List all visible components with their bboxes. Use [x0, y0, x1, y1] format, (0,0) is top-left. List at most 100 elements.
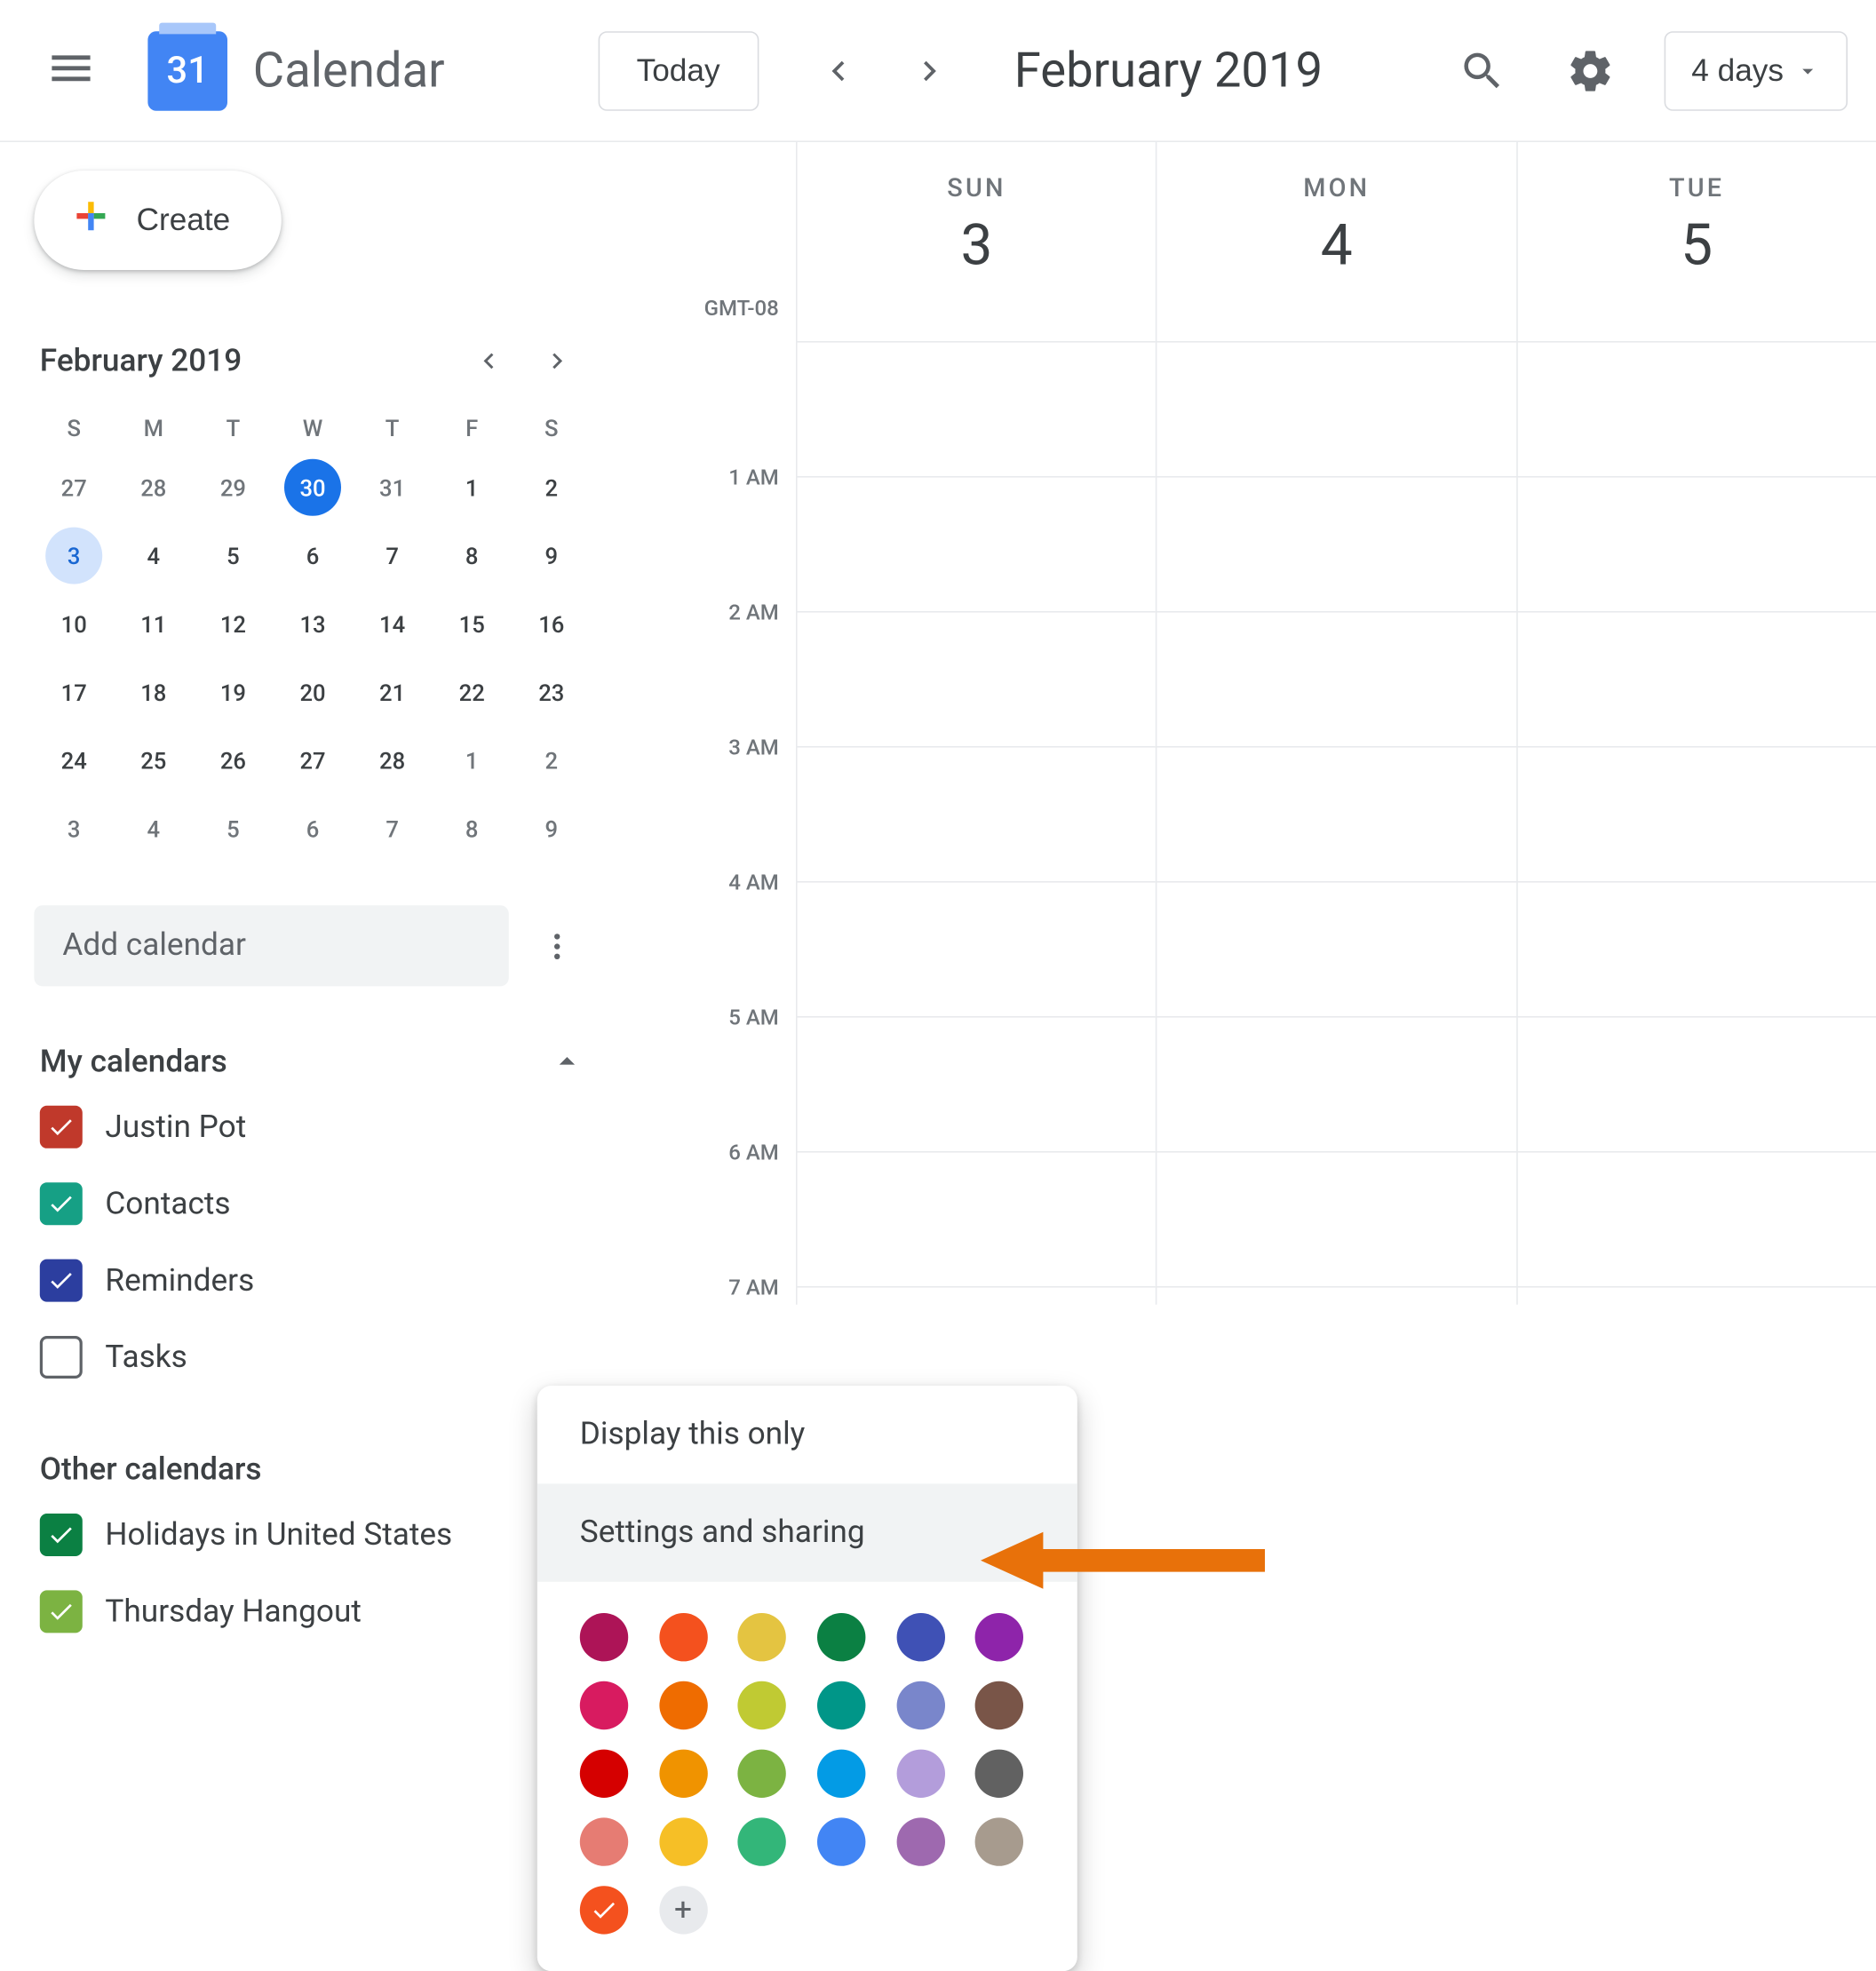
color-swatch[interactable] [659, 1750, 707, 1798]
mini-day[interactable]: 23 [523, 664, 580, 720]
mini-day[interactable]: 19 [204, 664, 261, 720]
mini-day[interactable]: 7 [364, 800, 421, 857]
mini-day[interactable]: 6 [284, 800, 341, 857]
mini-day[interactable]: 25 [125, 732, 182, 789]
mini-day[interactable]: 2 [523, 732, 580, 789]
color-swatch[interactable] [738, 1750, 786, 1798]
hour-cell[interactable] [1516, 1151, 1876, 1286]
hour-cell[interactable] [1516, 341, 1876, 476]
view-switcher[interactable]: 4 days [1665, 30, 1848, 110]
color-swatch[interactable] [580, 1750, 628, 1798]
calendar-item[interactable]: Justin Pot [34, 1089, 591, 1165]
prev-period-button[interactable] [799, 30, 878, 110]
mini-day[interactable]: 12 [204, 595, 261, 652]
hour-cell[interactable] [1516, 611, 1876, 746]
color-swatch[interactable] [896, 1613, 944, 1661]
mini-day[interactable]: 9 [523, 528, 580, 584]
mini-day[interactable]: 4 [125, 800, 182, 857]
color-swatch-selected[interactable] [580, 1886, 628, 1934]
calendar-checkbox[interactable] [40, 1514, 83, 1556]
mini-day[interactable]: 27 [45, 459, 102, 516]
my-calendars-header[interactable]: My calendars [34, 1035, 591, 1089]
color-swatch[interactable] [659, 1613, 707, 1661]
color-swatch[interactable] [975, 1613, 1023, 1661]
mini-day[interactable]: 24 [45, 732, 102, 789]
color-swatch[interactable] [975, 1750, 1023, 1798]
color-swatch[interactable] [975, 1681, 1023, 1729]
color-swatch[interactable] [659, 1681, 707, 1729]
day-header[interactable]: SUN3 [796, 142, 1156, 341]
add-custom-color[interactable]: + [659, 1886, 707, 1934]
color-swatch[interactable] [738, 1613, 786, 1661]
color-swatch[interactable] [896, 1817, 944, 1865]
color-swatch[interactable] [896, 1750, 944, 1798]
mini-day[interactable]: 3 [45, 528, 102, 584]
mini-day[interactable]: 14 [364, 595, 421, 652]
color-swatch[interactable] [817, 1817, 865, 1865]
hour-cell[interactable] [796, 1151, 1156, 1286]
hour-cell[interactable] [1156, 746, 1515, 881]
mini-day[interactable]: 27 [284, 732, 341, 789]
color-swatch[interactable] [975, 1817, 1023, 1865]
search-icon[interactable] [1443, 30, 1522, 110]
calendar-checkbox[interactable] [40, 1106, 83, 1148]
hour-cell[interactable] [1156, 1016, 1515, 1151]
mini-day[interactable]: 13 [284, 595, 341, 652]
mini-day[interactable]: 5 [204, 800, 261, 857]
main-menu-icon[interactable] [28, 25, 114, 115]
calendar-item[interactable]: Thursday Hangout [34, 1573, 591, 1649]
color-swatch[interactable] [817, 1681, 865, 1729]
mini-day[interactable]: 8 [443, 800, 500, 857]
settings-gear-icon[interactable] [1551, 30, 1631, 110]
mini-day[interactable]: 20 [284, 664, 341, 720]
hour-cell[interactable] [1156, 476, 1515, 611]
mini-day[interactable]: 29 [204, 459, 261, 516]
mini-day[interactable]: 11 [125, 595, 182, 652]
mini-day[interactable]: 8 [443, 528, 500, 584]
hour-cell[interactable] [1516, 476, 1876, 611]
calendar-checkbox[interactable] [40, 1590, 83, 1633]
create-button[interactable]: Create [34, 171, 281, 270]
mini-day[interactable]: 31 [364, 459, 421, 516]
hour-cell[interactable] [1516, 1286, 1876, 1304]
hour-cell[interactable] [796, 611, 1156, 746]
hour-cell[interactable] [1516, 746, 1876, 881]
color-swatch[interactable] [659, 1817, 707, 1865]
mini-day[interactable]: 1 [443, 459, 500, 516]
mini-day[interactable]: 2 [523, 459, 580, 516]
hour-cell[interactable] [796, 1016, 1156, 1151]
hour-cell[interactable] [1156, 881, 1515, 1016]
calendar-checkbox[interactable] [40, 1182, 83, 1225]
hour-cell[interactable] [796, 881, 1156, 1016]
mini-day[interactable]: 22 [443, 664, 500, 720]
mini-day[interactable]: 6 [284, 528, 341, 584]
calendar-checkbox[interactable] [40, 1260, 83, 1302]
mini-day[interactable]: 21 [364, 664, 421, 720]
day-header[interactable]: TUE5 [1516, 142, 1876, 341]
today-button[interactable]: Today [598, 30, 758, 110]
calendar-item[interactable]: Holidays in United States [34, 1497, 591, 1573]
hour-cell[interactable] [1516, 881, 1876, 1016]
day-header[interactable]: MON4 [1156, 142, 1515, 341]
hour-cell[interactable] [796, 476, 1156, 611]
calendar-logo[interactable]: 31 [147, 30, 227, 110]
hour-cell[interactable] [796, 1286, 1156, 1304]
mini-day[interactable]: 5 [204, 528, 261, 584]
mini-day[interactable]: 9 [523, 800, 580, 857]
color-swatch[interactable] [817, 1750, 865, 1798]
add-calendar-more-icon[interactable] [523, 911, 592, 980]
hour-cell[interactable] [796, 341, 1156, 476]
mini-day[interactable]: 26 [204, 732, 261, 789]
mini-day[interactable]: 28 [125, 459, 182, 516]
color-swatch[interactable] [817, 1613, 865, 1661]
hour-cell[interactable] [1516, 1016, 1876, 1151]
mini-day[interactable]: 30 [284, 459, 341, 516]
menu-display-only[interactable]: Display this only [537, 1386, 1077, 1483]
mini-day[interactable]: 16 [523, 595, 580, 652]
calendar-item[interactable]: Tasks [34, 1319, 591, 1395]
hour-cell[interactable] [1156, 341, 1515, 476]
color-swatch[interactable] [580, 1613, 628, 1661]
mini-day[interactable]: 4 [125, 528, 182, 584]
color-swatch[interactable] [580, 1817, 628, 1865]
mini-day[interactable]: 15 [443, 595, 500, 652]
